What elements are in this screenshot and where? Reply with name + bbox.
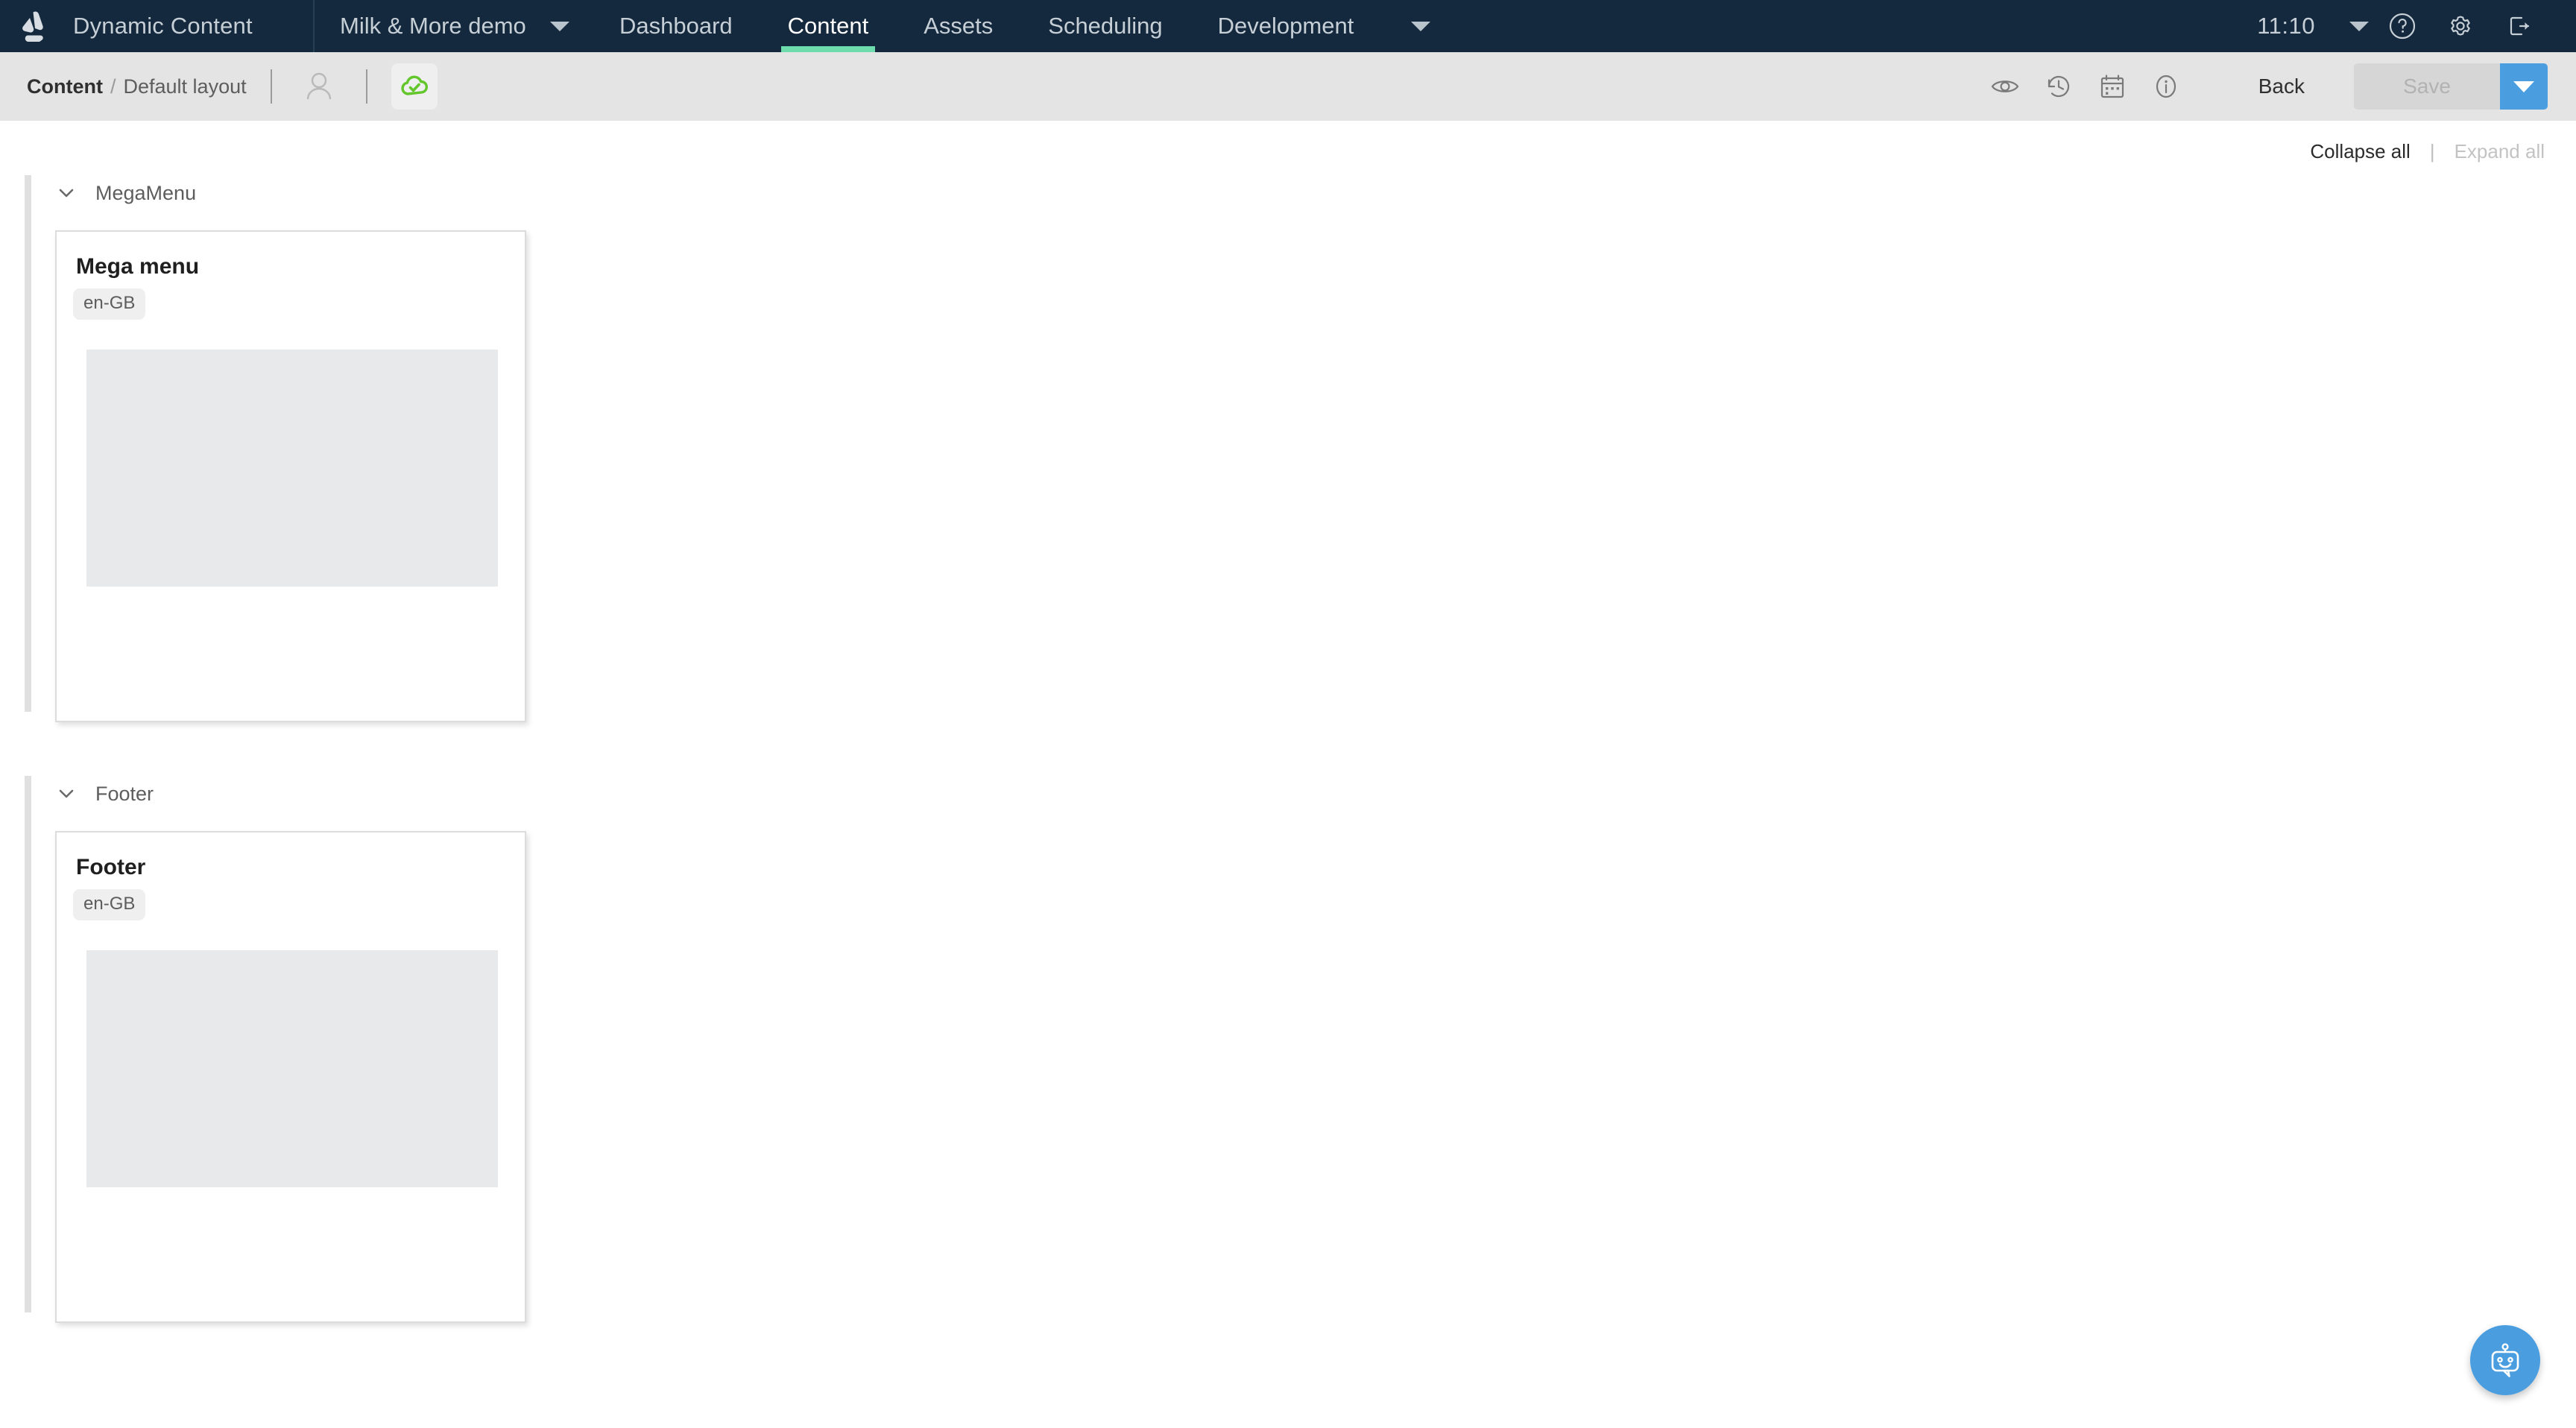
slot-label-megamenu: MegaMenu <box>95 181 197 204</box>
breadcrumb-current: Default layout <box>123 75 247 98</box>
logout-icon <box>2510 16 2530 36</box>
save-button[interactable]: Save <box>2354 63 2500 110</box>
brand-block: Dynamic Content <box>0 0 315 52</box>
schedule-button[interactable] <box>2086 63 2139 110</box>
slot-list: MegaMenu Mega menu en-GB Footer Footer e… <box>0 163 2576 1323</box>
slot-label-footer: Footer <box>95 782 154 805</box>
version-history-button[interactable] <box>2032 63 2086 110</box>
help-button[interactable] <box>2373 0 2431 52</box>
breadcrumb: Content / Default layout <box>27 75 247 98</box>
collapse-expand-controls: Collapse all | Expand all <box>0 121 2576 163</box>
info-circle-icon <box>2156 75 2176 98</box>
content-card-locale-badge: en-GB <box>73 889 146 920</box>
toolbar-divider <box>270 69 272 104</box>
hub-selector[interactable]: Milk & More demo <box>315 0 592 52</box>
toolbar-divider-2 <box>365 69 367 104</box>
content-card-thumbnail <box>86 350 498 587</box>
tab-scheduling[interactable]: Scheduling <box>1020 0 1190 52</box>
eye-icon <box>1991 80 2019 92</box>
chevron-down-icon <box>59 789 74 798</box>
publish-status-button[interactable] <box>391 63 438 110</box>
product-title: Dynamic Content <box>73 13 253 39</box>
tab-dashboard[interactable]: Dashboard <box>592 0 760 52</box>
primary-nav-tabs: Dashboard Content Assets Scheduling Deve… <box>592 0 1460 52</box>
chevron-down-icon <box>2513 80 2534 92</box>
content-card-locale-badge: en-GB <box>73 288 146 320</box>
nav-more-menu-button[interactable] <box>1381 0 1460 52</box>
help-circle-icon <box>2389 13 2416 40</box>
save-options-dropdown-button[interactable] <box>2500 63 2548 110</box>
save-button-group: Save <box>2354 63 2548 110</box>
gear-icon <box>2451 16 2470 36</box>
back-button[interactable]: Back <box>2230 75 2333 98</box>
chevron-down-icon <box>2349 21 2369 31</box>
collapse-all-button[interactable]: Collapse all <box>2310 140 2410 163</box>
chevron-down-icon <box>1411 21 1431 31</box>
top-navigation-bar: Dynamic Content Milk & More demo Dashboa… <box>0 0 2576 52</box>
tab-content[interactable]: Content <box>760 0 897 52</box>
assignee-button[interactable] <box>296 63 342 110</box>
slot-header-megamenu[interactable]: MegaMenu <box>55 175 196 211</box>
chat-bot-icon <box>2491 1343 2519 1377</box>
collapse-expand-separator: | <box>2429 140 2435 162</box>
layout-editor-canvas: Collapse all | Expand all MegaMenu Mega … <box>0 121 2576 1428</box>
tab-assets[interactable]: Assets <box>896 0 1020 52</box>
content-card-mega-menu[interactable]: Mega menu en-GB <box>55 230 526 722</box>
breadcrumb-root[interactable]: Content <box>27 75 103 98</box>
clock-label: 11:10 <box>2257 13 2315 39</box>
content-card-footer[interactable]: Footer en-GB <box>55 831 526 1323</box>
timezone-dropdown-button[interactable] <box>2315 0 2373 52</box>
slot-rail <box>25 776 31 1312</box>
top-bar-right-actions: 11:10 <box>2257 0 2576 52</box>
content-card-body-spacer <box>73 587 507 701</box>
slot-rail <box>25 175 31 712</box>
user-icon <box>306 72 331 100</box>
slot-group-megamenu: MegaMenu Mega menu en-GB <box>0 175 2576 722</box>
history-clock-icon <box>2048 75 2069 98</box>
chevron-down-icon <box>59 189 74 198</box>
amplience-logo-icon <box>22 11 43 42</box>
slot-group-footer: Footer Footer en-GB <box>0 776 2576 1323</box>
tab-development[interactable]: Development <box>1190 0 1382 52</box>
content-card-title: Footer <box>76 855 146 879</box>
cloud-check-icon <box>400 75 428 95</box>
settings-button[interactable] <box>2431 0 2490 52</box>
info-button[interactable] <box>2139 63 2193 110</box>
content-card-title: Mega menu <box>76 254 200 279</box>
hub-name-label: Milk & More demo <box>340 13 526 39</box>
toolbar-right-actions: Back Save <box>1978 63 2548 110</box>
slot-header-footer[interactable]: Footer <box>55 776 154 812</box>
preview-button[interactable] <box>1978 63 2032 110</box>
logout-button[interactable] <box>2490 0 2548 52</box>
chat-assistant-button[interactable] <box>2470 1325 2540 1395</box>
breadcrumb-separator: / <box>110 75 116 98</box>
content-card-body-spacer <box>73 1187 507 1302</box>
calendar-icon <box>2100 75 2124 98</box>
editor-toolbar: Content / Default layout Back Save <box>0 52 2576 121</box>
chevron-down-icon <box>550 21 569 31</box>
content-card-thumbnail <box>86 950 498 1187</box>
expand-all-button[interactable]: Expand all <box>2455 140 2545 163</box>
